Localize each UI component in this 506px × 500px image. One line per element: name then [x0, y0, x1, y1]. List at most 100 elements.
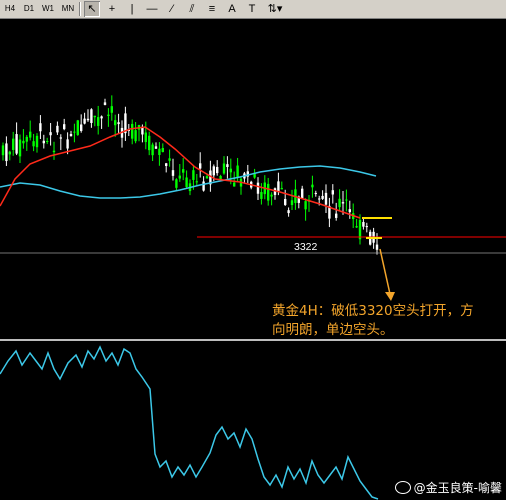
candle-body	[182, 169, 185, 173]
candle-body	[49, 132, 52, 136]
candlesticks	[1, 95, 379, 255]
candle-body	[168, 158, 171, 161]
candle-body	[345, 199, 348, 201]
candle-body	[12, 138, 15, 150]
candle-body	[131, 123, 134, 139]
down-arrow	[379, 248, 395, 301]
candle-body	[304, 201, 307, 210]
candle-body	[171, 170, 175, 176]
channel-icon[interactable]: ⫽	[184, 1, 200, 17]
candle-body	[311, 184, 314, 188]
candle-body	[134, 130, 137, 142]
candle-body	[63, 124, 66, 130]
candle-body	[110, 106, 113, 113]
candle-body	[318, 198, 321, 200]
candle-body	[212, 166, 215, 176]
candle-body	[216, 166, 219, 174]
price-chart[interactable]: 3322	[0, 19, 506, 339]
candle-body	[256, 182, 260, 194]
candle-body	[8, 151, 11, 155]
candle-body	[66, 139, 69, 149]
candle-body	[80, 124, 83, 131]
candle-body	[22, 140, 25, 144]
vertical-line-icon[interactable]: |	[124, 1, 140, 17]
candle-body	[148, 135, 151, 151]
candle-body	[39, 123, 42, 132]
timeframe-h4[interactable]: H4	[2, 2, 18, 16]
candle-body	[117, 122, 120, 125]
candle-body	[178, 175, 181, 179]
candle-body	[83, 118, 86, 124]
label-icon[interactable]: T	[244, 1, 260, 17]
candle-body	[277, 181, 280, 192]
horizontal-line-icon[interactable]: —	[144, 1, 160, 17]
candle-body	[107, 114, 110, 116]
candle-body	[233, 182, 236, 187]
candle-body	[18, 139, 22, 157]
candle-body	[76, 120, 79, 135]
candle-body	[151, 144, 154, 156]
candle-body	[205, 176, 209, 179]
annotation-line-2: 向明朗，单边空头。	[272, 322, 394, 338]
arrows-dropdown-icon[interactable]: ⇅▾	[264, 1, 286, 17]
timeframe-w1[interactable]: W1	[40, 2, 56, 16]
candle-body	[97, 117, 100, 126]
slow-moving-average	[0, 165, 377, 199]
fibonacci-icon[interactable]: ≡	[204, 1, 220, 17]
crosshair-icon[interactable]: +	[104, 1, 120, 17]
candle-body	[280, 188, 283, 190]
candle-body	[69, 134, 73, 137]
candle-body	[267, 183, 270, 201]
candle-body	[114, 120, 117, 126]
text-icon[interactable]: A	[224, 1, 240, 17]
analysis-annotation: 黄金4H：破低3320空头打开，方 向明朗，单边空头。	[272, 302, 502, 340]
candle-body	[154, 146, 158, 149]
candle-body	[301, 188, 304, 199]
candle-body	[341, 202, 345, 204]
candle-body	[100, 116, 103, 119]
candle-body	[290, 200, 294, 206]
candle-body	[103, 102, 107, 105]
candle-body	[158, 148, 161, 155]
candle-body	[5, 143, 8, 162]
indicator-line	[0, 345, 379, 500]
candle-body	[195, 181, 198, 183]
candle-body	[222, 163, 226, 174]
candle-body	[165, 163, 168, 166]
candle-body	[144, 132, 147, 143]
weibo-icon	[394, 481, 411, 494]
candle-body	[86, 118, 90, 121]
candle-body	[42, 140, 45, 144]
candle-body	[321, 195, 324, 199]
level-label: 3322	[294, 241, 318, 253]
candle-body	[226, 164, 229, 168]
candle-body	[236, 165, 239, 178]
candle-body	[1, 145, 5, 156]
candle-body	[375, 244, 379, 250]
candle-body	[335, 213, 338, 218]
candle-body	[175, 179, 178, 188]
cursor-icon[interactable]: ↖	[84, 1, 100, 17]
candle-body	[32, 141, 35, 147]
candle-body	[358, 219, 362, 240]
candle-body	[362, 222, 365, 227]
indicator-pane[interactable]	[0, 339, 506, 500]
candle-body	[192, 170, 195, 180]
annotation-line-1: 黄金4H：破低3320空头打开，方	[272, 303, 474, 319]
timeframe-d1[interactable]: D1	[21, 2, 37, 16]
candle-body	[355, 226, 358, 228]
candle-body	[202, 181, 205, 191]
candle-body	[73, 131, 76, 133]
candle-body	[270, 194, 273, 197]
watermark: @金玉良策-喻馨	[394, 479, 502, 496]
candle-body	[25, 136, 28, 142]
candle-body	[338, 198, 341, 208]
toolbar-separator	[79, 2, 81, 16]
candle-body	[46, 140, 49, 142]
timeframe-mn[interactable]: MN	[59, 2, 77, 16]
trendline-icon[interactable]: ⁄	[164, 1, 180, 17]
candle-body	[93, 115, 96, 118]
chart-toolbar: H4 D1 W1 MN ↖ + | — ⁄ ⫽ ≡ A T ⇅▾	[0, 0, 506, 19]
candle-body	[59, 137, 62, 139]
candle-body	[229, 168, 232, 173]
